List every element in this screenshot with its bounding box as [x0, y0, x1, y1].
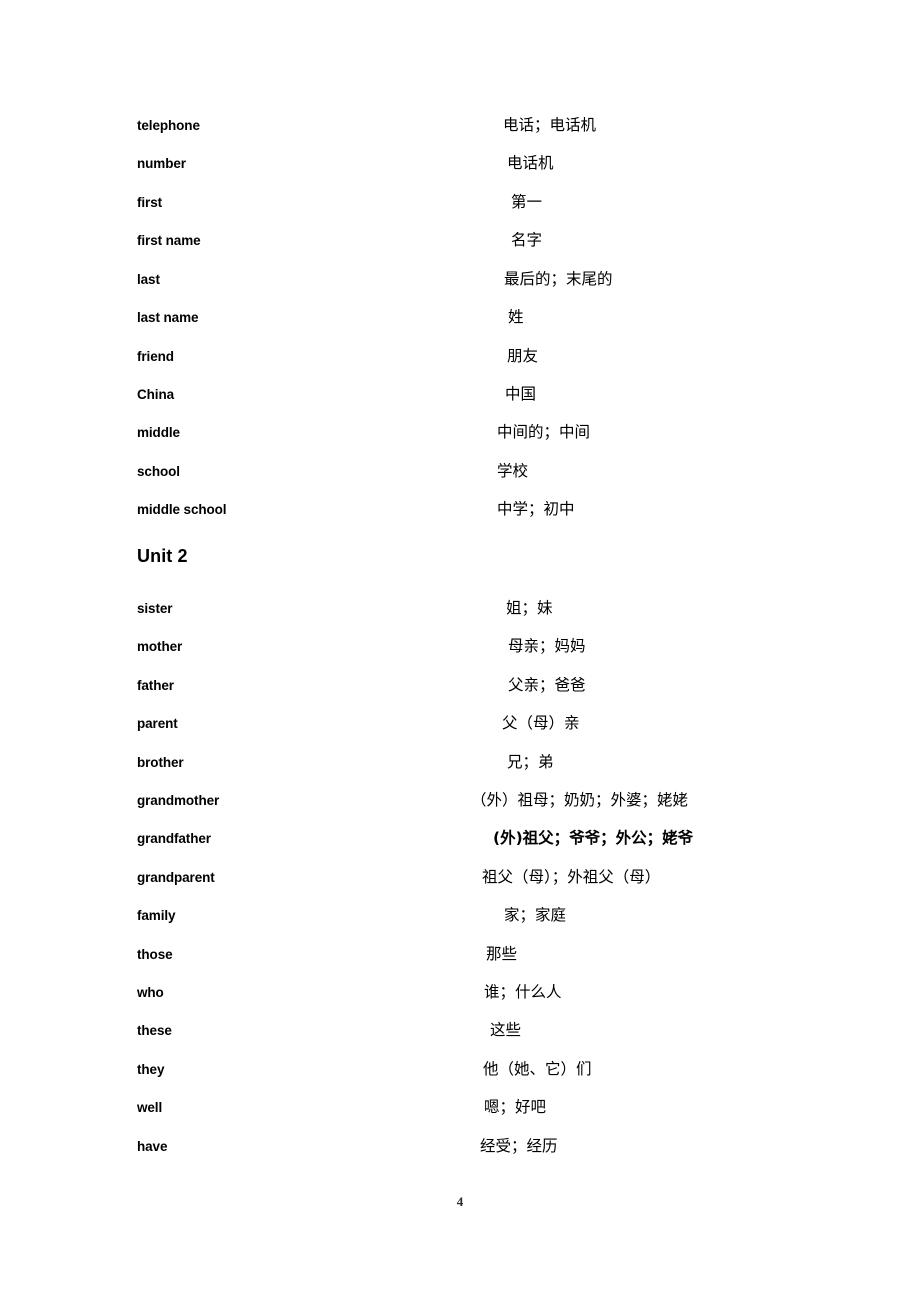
entry-gloss: 父亲；爸爸: [508, 676, 586, 694]
entry-term: who: [137, 985, 164, 1000]
entry-gloss: (外)祖父；爷爷；外公；姥爷: [493, 829, 694, 847]
vocabulary-entry: parent 父（母）亲: [0, 714, 920, 753]
entry-gloss: 嗯；好吧: [484, 1098, 547, 1116]
page-number: 4: [456, 1194, 464, 1209]
entry-gloss: 学校: [497, 462, 529, 480]
entry-gloss: 家；家庭: [504, 906, 567, 924]
entry-gloss: 姓: [508, 308, 524, 326]
entry-term: number: [137, 156, 186, 171]
vocabulary-entry: middle school 中学；初中: [0, 500, 920, 539]
entry-term: middle school: [137, 502, 227, 517]
entry-term: grandparent: [137, 870, 215, 885]
vocabulary-entry: first name 名字: [0, 231, 920, 270]
entry-gloss: 母亲；妈妈: [508, 637, 586, 655]
entry-gloss: 父（母）亲: [502, 714, 580, 732]
entry-term: mother: [137, 639, 183, 654]
vocabulary-entry: they 他（她、它）们: [0, 1060, 920, 1099]
entry-gloss: 那些: [486, 945, 518, 963]
vocabulary-entry: grandfather (外)祖父；爷爷；外公；姥爷: [0, 829, 920, 868]
unit-heading: Unit 2: [137, 546, 188, 566]
entry-gloss: 第一: [511, 193, 543, 211]
vocabulary-entry: friend 朋友: [0, 347, 920, 386]
entry-gloss: 姐；妹: [506, 599, 553, 617]
entry-term: parent: [137, 716, 178, 731]
vocabulary-entry: mother 母亲；妈妈: [0, 637, 920, 676]
entry-gloss: 电话；电话机: [503, 116, 597, 134]
entry-gloss: 祖父（母）；外祖父（母）: [482, 868, 661, 886]
entry-term: grandfather: [137, 831, 211, 846]
entry-gloss: 经受；经历: [480, 1137, 558, 1155]
vocabulary-entry: grandmother （外）祖母；奶奶；外婆；姥姥: [0, 791, 920, 830]
entry-gloss: （外）祖母；奶奶；外婆；姥姥: [471, 791, 689, 809]
entry-term: friend: [137, 349, 174, 364]
document-page: telephone 电话；电话机 number 电话机 first 第一 first nam…: [0, 0, 920, 1302]
vocabulary-entry: have 经受；经历: [0, 1137, 920, 1176]
entry-gloss: 中间的；中间: [497, 423, 591, 441]
entry-gloss: 名字: [511, 231, 543, 249]
vocabulary-entry: last 最后的；末尾的: [0, 270, 920, 309]
entry-term: first name: [137, 233, 201, 248]
vocabulary-entry: well 嗯；好吧: [0, 1098, 920, 1137]
vocabulary-entry: last name 姓: [0, 308, 920, 347]
vocabulary-entry: first 第一: [0, 193, 920, 232]
vocabulary-entry: school 学校: [0, 462, 920, 501]
vocabulary-entry: middle 中间的；中间: [0, 423, 920, 462]
vocabulary-entry: sister 姐；妹: [0, 599, 920, 638]
entry-term: last name: [137, 310, 199, 325]
entry-gloss: 最后的；末尾的: [504, 270, 613, 288]
entry-term: family: [137, 908, 176, 923]
entry-term: brother: [137, 755, 184, 770]
vocabulary-entry: China 中国: [0, 385, 920, 424]
entry-gloss: 兄；弟: [507, 753, 554, 771]
entry-term: school: [137, 464, 180, 479]
entry-term: China: [137, 387, 175, 402]
entry-gloss: 谁；什么人: [484, 983, 562, 1001]
entry-term: middle: [137, 425, 180, 440]
entry-gloss: 电话机: [507, 154, 554, 172]
entry-gloss: 这些: [490, 1021, 522, 1039]
entry-term: have: [137, 1139, 168, 1154]
vocabulary-entry: who 谁；什么人: [0, 983, 920, 1022]
vocabulary-entry: grandparent 祖父（母）；外祖父（母）: [0, 868, 920, 907]
entry-gloss: 朋友: [507, 347, 539, 365]
entry-gloss: 中学；初中: [497, 500, 575, 518]
vocabulary-entry: brother 兄；弟: [0, 753, 920, 792]
entry-term: sister: [137, 601, 173, 616]
entry-gloss: 中国: [505, 385, 537, 403]
vocabulary-entry: these 这些: [0, 1021, 920, 1060]
entry-term: grandmother: [137, 793, 220, 808]
entry-term: these: [137, 1023, 172, 1038]
entry-term: first: [137, 195, 163, 210]
entry-term: telephone: [137, 118, 200, 133]
entry-term: those: [137, 947, 173, 962]
entry-term: last: [137, 272, 160, 287]
entry-term: well: [137, 1100, 163, 1115]
entry-term: father: [137, 678, 174, 693]
vocabulary-entry: number 电话机: [0, 154, 920, 193]
vocabulary-entry: telephone 电话；电话机: [0, 116, 920, 155]
vocabulary-entry: father 父亲；爸爸: [0, 676, 920, 715]
vocabulary-entry: family 家；家庭: [0, 906, 920, 945]
vocabulary-entry: those 那些: [0, 945, 920, 984]
entry-gloss: 他（她、它）们: [483, 1060, 592, 1078]
entry-term: they: [137, 1062, 165, 1077]
